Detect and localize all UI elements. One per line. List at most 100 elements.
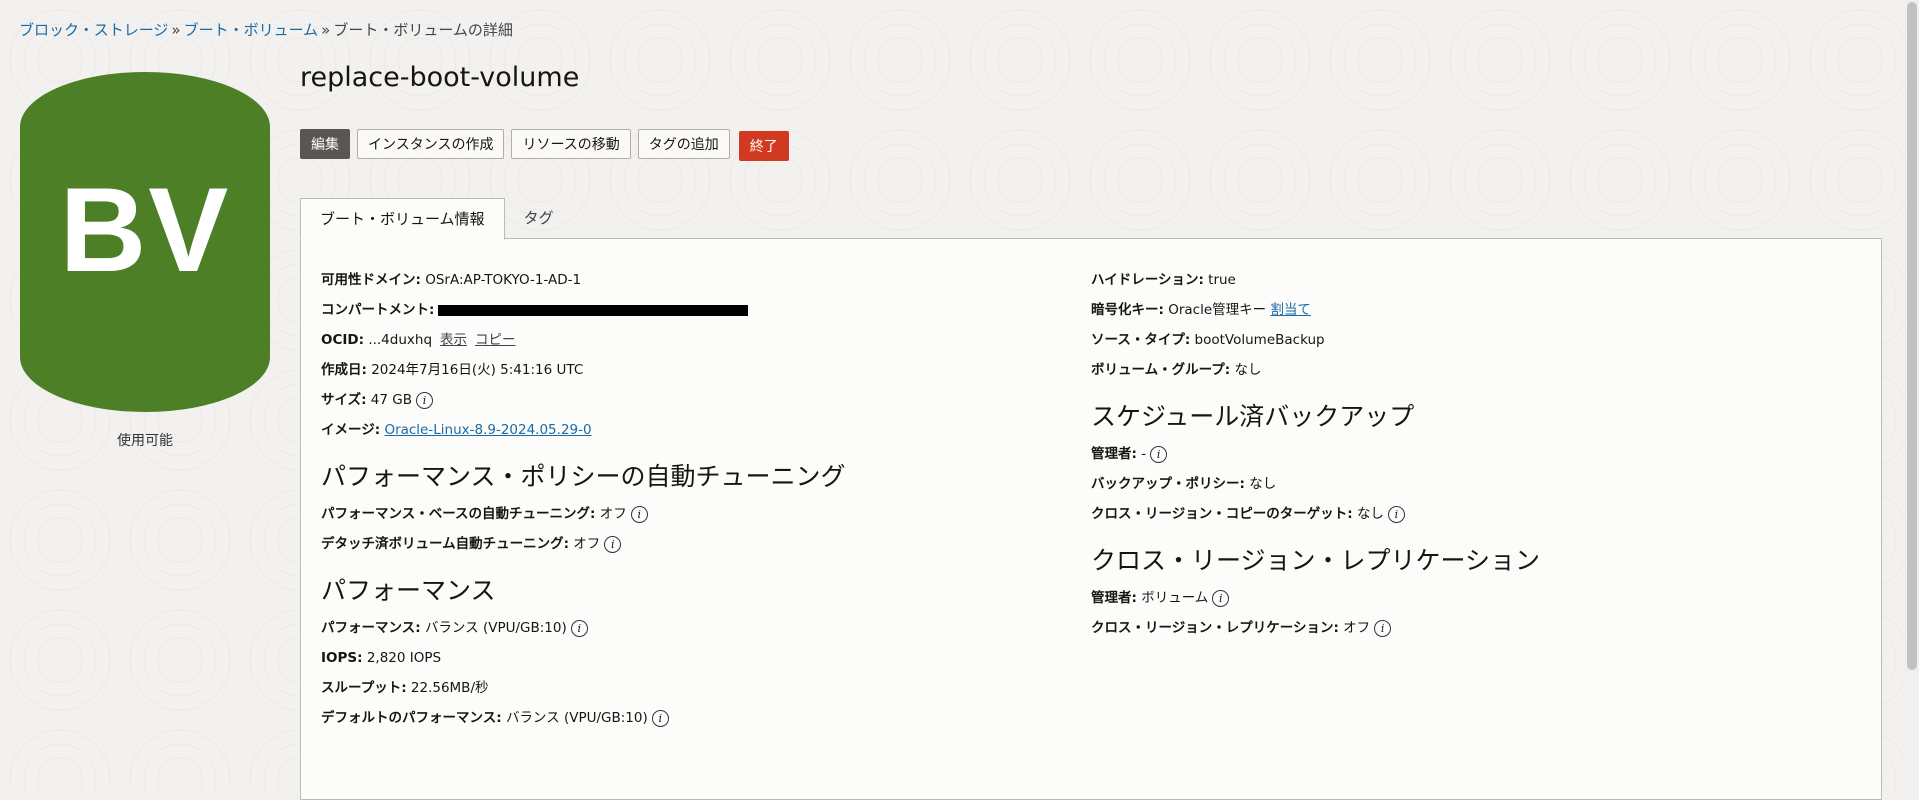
field-value: ...4duxhq: [368, 332, 433, 348]
field-value: bootVolumeBackup: [1194, 332, 1325, 348]
field-label: クロス・リージョン・レプリケーション:: [1091, 620, 1339, 636]
field-value: なし: [1234, 362, 1262, 378]
encryption-row: 暗号化キー: Oracle管理キー 割当て: [1091, 299, 1540, 329]
image-link[interactable]: Oracle-Linux-8.9-2024.05.29-0: [384, 422, 591, 438]
field-label: 可用性ドメイン:: [321, 272, 421, 288]
info-icon[interactable]: i: [1212, 589, 1230, 607]
source-type-row: ソース・タイプ: bootVolumeBackup: [1091, 329, 1540, 359]
field-label: ソース・タイプ:: [1091, 332, 1191, 348]
field-label: IOPS:: [321, 650, 363, 666]
field-value: オフ: [1343, 620, 1371, 636]
field-label: OCID:: [321, 332, 365, 348]
replication-row: クロス・リージョン・レプリケーション: オフ i: [1091, 617, 1540, 647]
perf-auto-tune-row: パフォーマンス・ベースの自動チューニング: オフ i: [321, 503, 846, 533]
info-icon[interactable]: i: [570, 619, 588, 637]
backup-policy-row: バックアップ・ポリシー: なし: [1091, 473, 1540, 503]
info-icon[interactable]: i: [651, 709, 669, 727]
info-icon[interactable]: i: [416, 391, 433, 409]
info-icon[interactable]: i: [1374, 619, 1392, 637]
auto-tune-heading: パフォーマンス・ポリシーの自動チューニング: [321, 462, 846, 491]
field-label: バックアップ・ポリシー:: [1091, 476, 1245, 492]
page-title: replace-boot-volume: [300, 62, 580, 93]
info-icon[interactable]: i: [1150, 445, 1168, 463]
field-value: 22.56MB/秒: [410, 680, 489, 696]
field-label: デタッチ済ボリューム自動チューニング:: [321, 536, 569, 552]
field-label: イメージ:: [321, 422, 381, 438]
field-value: バランス (VPU/GB:10): [424, 620, 567, 636]
tab-tags[interactable]: タグ: [505, 198, 573, 240]
breadcrumb-block-storage[interactable]: ブロック・ストレージ: [19, 21, 168, 39]
copy-ocid-link[interactable]: コピー: [475, 332, 516, 348]
throughput-row: スループット: 22.56MB/秒: [321, 677, 846, 707]
performance-row: パフォーマンス: バランス (VPU/GB:10) i: [321, 617, 846, 647]
edit-button[interactable]: 編集: [300, 129, 350, 159]
field-value: OSrA:AP-TOKYO-1-AD-1: [425, 272, 582, 288]
breadcrumb-separator: »: [321, 21, 331, 39]
field-value: true: [1208, 272, 1236, 288]
field-value: Oracle管理キー: [1168, 302, 1267, 318]
field-label: クロス・リージョン・コピーのターゲット:: [1091, 506, 1353, 522]
details-panel: 可用性ドメイン: OSrA:AP-TOKYO-1-AD-1 コンパートメント: …: [300, 238, 1882, 800]
breadcrumb: ブロック・ストレージ» ブート・ボリューム» ブート・ボリュームの詳細: [19, 19, 513, 40]
assign-key-link[interactable]: 割当て: [1270, 302, 1311, 318]
action-bar: 編集 インスタンスの作成 リソースの移動 タグの追加 終了: [300, 129, 789, 161]
redacted-value: [438, 304, 749, 316]
field-value: -: [1141, 446, 1147, 462]
iops-row: IOPS: 2,820 IOPS: [321, 647, 846, 677]
show-ocid-link[interactable]: 表示: [440, 332, 467, 348]
field-value: ボリューム: [1141, 590, 1209, 606]
right-column: ハイドレーション: true 暗号化キー: Oracle管理キー 割当て ソース…: [1091, 269, 1540, 647]
move-resource-button[interactable]: リソースの移動: [511, 129, 631, 159]
field-value: 2,820 IOPS: [366, 650, 442, 666]
performance-heading: パフォーマンス: [321, 576, 496, 605]
tab-bar: ブート・ボリューム情報 タグ: [300, 198, 573, 240]
info-icon[interactable]: i: [630, 505, 648, 523]
tab-boot-volume-info[interactable]: ブート・ボリューム情報: [300, 198, 505, 240]
image-row: イメージ: Oracle-Linux-8.9-2024.05.29-0: [321, 419, 846, 449]
field-label: 暗号化キー:: [1091, 302, 1164, 318]
field-label: デフォルトのパフォーマンス:: [321, 710, 502, 726]
replication-heading: クロス・リージョン・レプリケーション: [1091, 546, 1541, 575]
backup-manager-row: 管理者: -i: [1091, 443, 1540, 473]
ocid-row: OCID: ...4duxhq 表示 コピー: [321, 329, 846, 359]
create-instance-button[interactable]: インスタンスの作成: [357, 129, 505, 159]
compartment-row: コンパートメント:: [321, 299, 846, 329]
volume-group-row: ボリューム・グループ: なし: [1091, 359, 1540, 389]
field-label: パフォーマンス:: [321, 620, 421, 636]
field-label: サイズ:: [321, 392, 367, 408]
detached-auto-tune-row: デタッチ済ボリューム自動チューニング: オフ i: [321, 533, 846, 563]
field-label: 作成日:: [321, 362, 367, 378]
info-icon[interactable]: i: [604, 535, 622, 553]
field-value: 47 GB: [370, 392, 412, 408]
add-tags-button[interactable]: タグの追加: [637, 129, 730, 159]
field-label: ハイドレーション:: [1091, 272, 1204, 288]
field-value: オフ: [599, 506, 627, 522]
field-label: 管理者:: [1091, 446, 1137, 462]
field-label: パフォーマンス・ベースの自動チューニング:: [321, 506, 596, 522]
field-label: ボリューム・グループ:: [1091, 362, 1231, 378]
badge-label: BV: [59, 163, 231, 297]
field-label: コンパートメント:: [321, 302, 435, 318]
page-scrollbar[interactable]: [1905, 0, 1919, 789]
field-label: スループット:: [321, 680, 407, 696]
breadcrumb-separator: »: [171, 21, 181, 39]
status-label: 使用可能: [117, 433, 173, 449]
cross-region-target-row: クロス・リージョン・コピーのターゲット: なし i: [1091, 503, 1540, 533]
field-value: 2024年7月16日(火) 5:41:16 UTC: [371, 362, 584, 378]
field-label: 管理者:: [1091, 590, 1137, 606]
size-row: サイズ: 47 GB i: [321, 389, 846, 419]
created-row: 作成日: 2024年7月16日(火) 5:41:16 UTC: [321, 359, 846, 389]
info-icon[interactable]: i: [1387, 505, 1405, 523]
terminate-button[interactable]: 終了: [738, 131, 789, 161]
hydration-row: ハイドレーション: true: [1091, 269, 1540, 299]
scrollbar-thumb[interactable]: [1907, 2, 1917, 670]
field-value: オフ: [573, 536, 601, 552]
field-value: なし: [1249, 476, 1277, 492]
availability-domain-row: 可用性ドメイン: OSrA:AP-TOKYO-1-AD-1: [321, 269, 846, 299]
field-value: なし: [1356, 506, 1384, 522]
scheduled-backup-heading: スケジュール済バックアップ: [1091, 402, 1415, 431]
breadcrumb-boot-volumes[interactable]: ブート・ボリューム: [184, 21, 319, 39]
left-column: 可用性ドメイン: OSrA:AP-TOKYO-1-AD-1 コンパートメント: …: [321, 269, 846, 737]
field-value: バランス (VPU/GB:10): [505, 710, 648, 726]
breadcrumb-current: ブート・ボリュームの詳細: [333, 21, 513, 39]
